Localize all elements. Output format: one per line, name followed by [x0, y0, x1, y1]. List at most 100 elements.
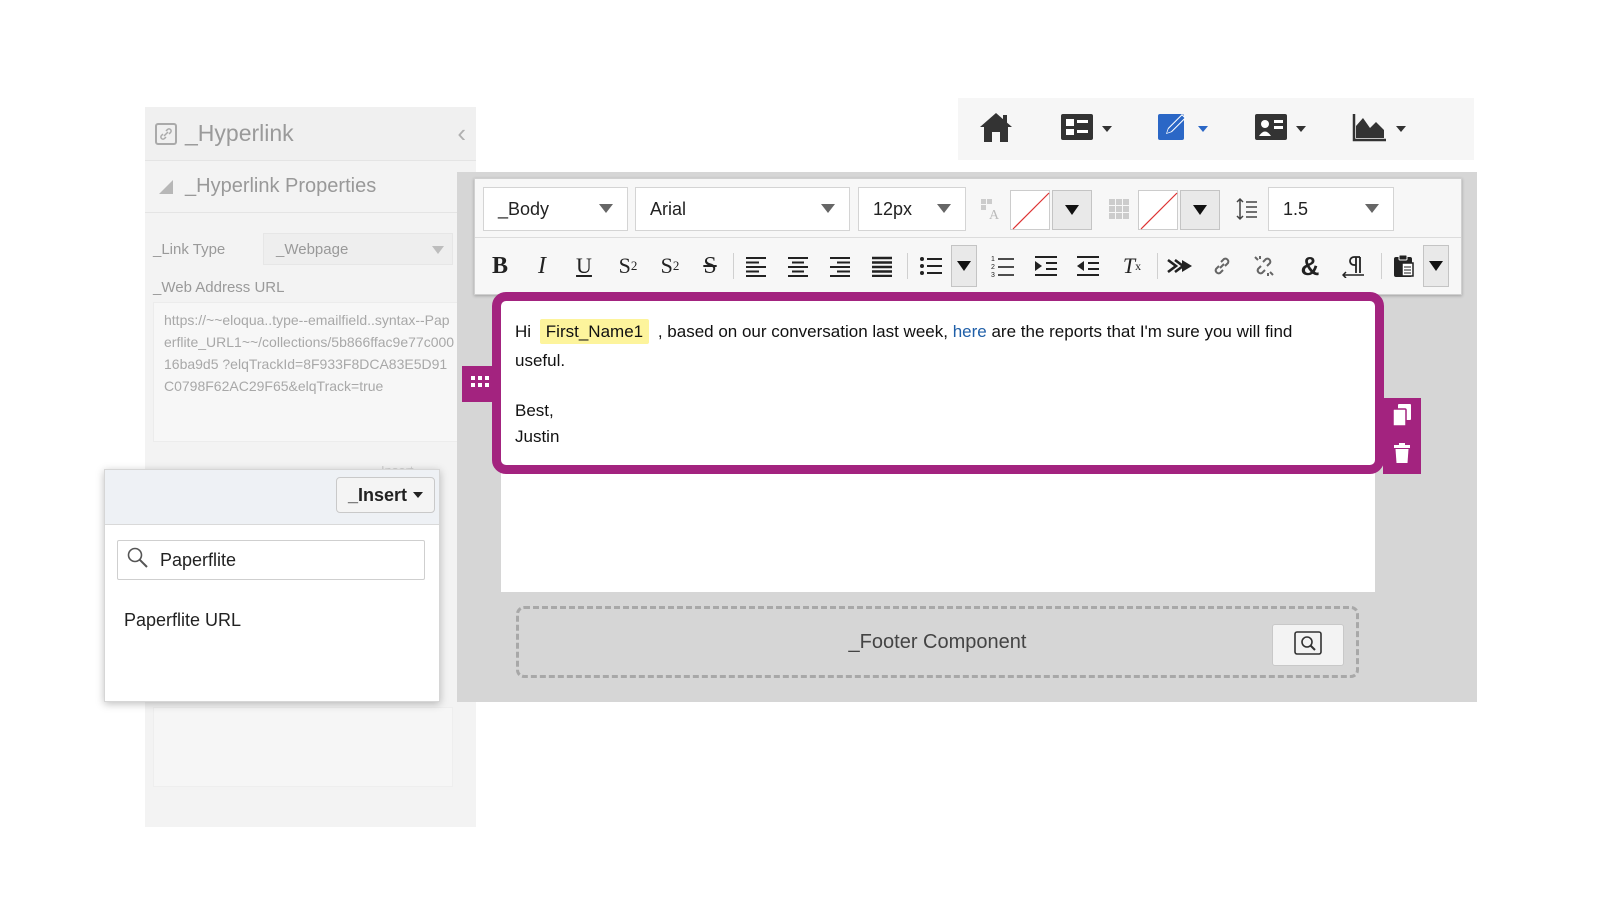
background-color-dropdown[interactable]	[1180, 190, 1220, 230]
toolbar-separator	[1157, 253, 1158, 279]
paragraph-style-select[interactable]: _Body	[483, 187, 628, 231]
hyperlink-text[interactable]: here	[953, 322, 987, 341]
search-input[interactable]: Paperflite	[117, 540, 425, 580]
drag-handle[interactable]	[462, 366, 498, 402]
hyperlink-properties-title: _Hyperlink Properties	[185, 175, 377, 197]
paste-icon[interactable]	[1389, 243, 1419, 289]
hyperlink-panel-header: _Hyperlink ‹	[145, 107, 476, 161]
block-actions	[1383, 398, 1421, 474]
web-address-url-field[interactable]: https://~~eloqua..type--emailfield..synt…	[153, 302, 468, 442]
italic-icon[interactable]: I	[529, 243, 555, 289]
selected-text-block[interactable]: Hi First_Name1 , based on our conversati…	[492, 292, 1384, 474]
unlink-icon[interactable]	[1249, 243, 1279, 289]
strikethrough-icon[interactable]: S	[697, 243, 723, 289]
home-icon	[978, 110, 1014, 149]
email-text[interactable]: Hi First_Name1 , based on our conversati…	[515, 317, 1335, 450]
drag-grip-icon	[471, 375, 489, 393]
hyperlink-properties-section[interactable]: _Hyperlink Properties	[145, 161, 476, 213]
nav-home[interactable]	[978, 98, 1014, 160]
svg-text:3: 3	[991, 272, 995, 278]
indent-icon[interactable]	[1031, 243, 1061, 289]
contact-card-icon	[1254, 112, 1288, 147]
chevron-down-icon	[1365, 204, 1379, 213]
numbered-list-icon[interactable]: 123	[989, 243, 1017, 289]
text-color-dropdown[interactable]	[1052, 190, 1092, 230]
collapse-chevron-icon[interactable]: ‹	[457, 118, 466, 149]
clear-formatting-icon[interactable]: Tx	[1117, 243, 1147, 289]
chevron-down-icon	[937, 204, 951, 213]
underline-icon[interactable]: U	[571, 243, 597, 289]
special-characters-icon[interactable]: &	[1295, 243, 1325, 289]
font-family-value: Arial	[650, 198, 687, 219]
chevron-down-icon	[821, 204, 835, 213]
chevron-down-icon	[599, 204, 613, 213]
subscript-icon[interactable]: S2	[613, 243, 643, 289]
background-color-swatch[interactable]	[1138, 190, 1178, 230]
panel-lower-area	[153, 707, 453, 787]
search-result-item[interactable]: Paperflite URL	[124, 610, 241, 631]
web-address-label: _Web Address URL	[153, 279, 285, 296]
search-value: Paperflite	[160, 549, 237, 570]
chevron-down-icon	[1193, 205, 1207, 215]
text-color-swatch[interactable]	[1010, 190, 1050, 230]
link-icon[interactable]	[1207, 243, 1237, 289]
chart-icon	[1352, 112, 1388, 147]
bullet-list-icon[interactable]	[917, 243, 945, 289]
link-type-select[interactable]: _Webpage	[263, 233, 453, 265]
insert-field-icon[interactable]	[1165, 243, 1195, 289]
paste-dropdown[interactable]	[1423, 245, 1449, 287]
line-height-select[interactable]: 1.5	[1268, 187, 1394, 231]
trash-icon[interactable]	[1394, 443, 1410, 468]
show-formatting-icon[interactable]	[1339, 243, 1369, 289]
svg-text:2: 2	[991, 264, 995, 271]
nav-components[interactable]	[1060, 98, 1112, 160]
align-right-icon[interactable]	[825, 243, 855, 289]
bullet-list-dropdown[interactable]	[951, 245, 977, 287]
bold-icon[interactable]: B	[487, 243, 513, 289]
nav-contact[interactable]	[1254, 98, 1306, 160]
expand-triangle-icon	[159, 179, 173, 194]
preview-search-icon	[1294, 630, 1322, 660]
body-text: , based on our conversation last week,	[657, 322, 948, 341]
toolbar-row-formatting: _Body Arial 12px A 1.5	[483, 187, 1461, 231]
merge-field[interactable]: First_Name1	[539, 319, 650, 344]
chevron-down-icon	[1065, 205, 1079, 215]
superscript-icon[interactable]: S2	[655, 243, 685, 289]
insert-button[interactable]: _Insert	[336, 477, 435, 513]
paragraph-style-value: _Body	[498, 198, 550, 219]
link-type-value: _Webpage	[276, 240, 349, 258]
top-navigation	[958, 98, 1474, 160]
align-left-icon[interactable]	[741, 243, 771, 289]
line-height-icon	[1235, 197, 1259, 226]
hyperlink-panel-title: _Hyperlink	[185, 120, 294, 146]
hyperlink-icon	[155, 122, 177, 145]
text-color-icon[interactable]: A	[979, 197, 1003, 226]
chevron-down-icon	[413, 492, 424, 498]
nav-reports[interactable]	[1352, 98, 1406, 160]
svg-text:1: 1	[991, 256, 995, 263]
footer-label: _Footer Component	[848, 631, 1027, 653]
toolbar-separator	[733, 253, 734, 279]
outdent-icon[interactable]	[1073, 243, 1103, 289]
signoff-text: Best,	[515, 401, 554, 420]
chevron-down-icon	[1198, 126, 1208, 132]
chevron-down-icon	[1102, 126, 1112, 132]
link-type-row: _Link Type _Webpage	[145, 233, 476, 265]
greeting-text: Hi	[515, 322, 532, 341]
link-type-label: _Link Type	[153, 240, 226, 258]
edit-pencil-icon	[1156, 110, 1190, 149]
chevron-down-icon	[1429, 261, 1443, 271]
font-size-select[interactable]: 12px	[858, 187, 966, 231]
footer-preview-button[interactable]	[1272, 624, 1344, 666]
footer-component[interactable]: _Footer Component	[516, 606, 1359, 678]
background-color-icon[interactable]	[1107, 197, 1131, 226]
duplicate-icon[interactable]	[1392, 404, 1411, 431]
chevron-down-icon	[957, 261, 971, 271]
font-family-select[interactable]: Arial	[635, 187, 850, 231]
insert-button-label: _Insert	[347, 484, 408, 505]
insert-popup: _Insert Paperflite Paperflite URL	[104, 469, 440, 702]
align-justify-icon[interactable]	[867, 243, 897, 289]
chevron-down-icon	[432, 246, 444, 254]
align-center-icon[interactable]	[783, 243, 813, 289]
nav-edit[interactable]	[1156, 98, 1208, 160]
